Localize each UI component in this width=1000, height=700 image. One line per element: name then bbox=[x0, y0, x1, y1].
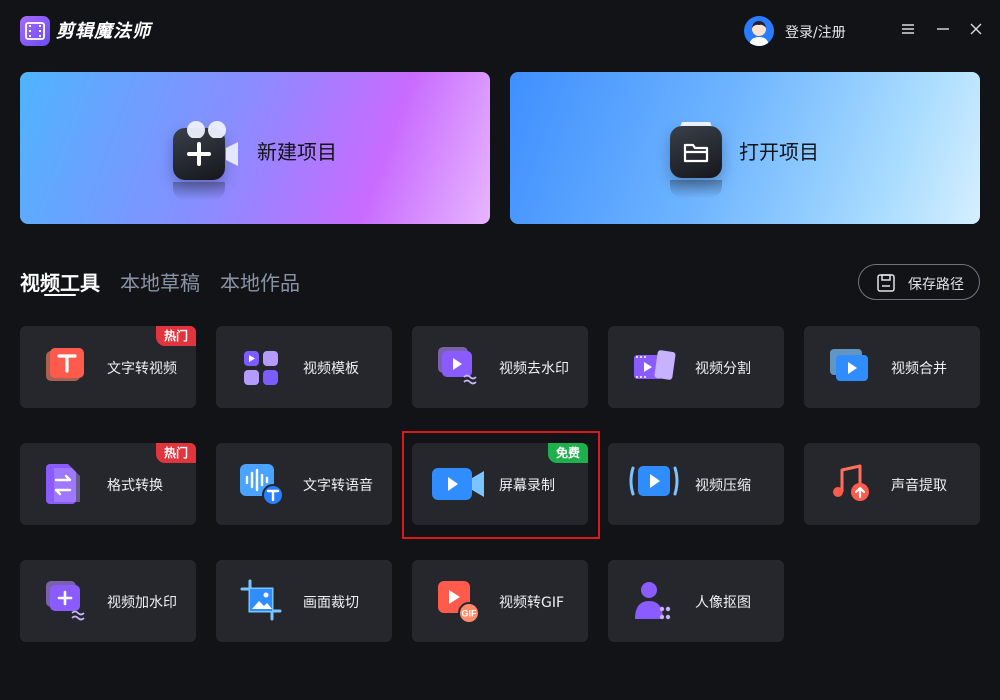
tool-tile-portrait-cutout[interactable]: 人像抠图 bbox=[608, 560, 784, 642]
text-to-speech-icon bbox=[240, 462, 284, 506]
open-project-icon bbox=[670, 126, 722, 178]
tool-label: 视频转GIF bbox=[499, 595, 565, 611]
tool-tile-text-to-video[interactable]: 文字转视频 热门 bbox=[20, 326, 196, 408]
tool-label: 文字转语音 bbox=[303, 478, 373, 494]
camera-lens-icon bbox=[226, 142, 238, 166]
tool-tile-audio-extract[interactable]: 声音提取 bbox=[804, 443, 980, 525]
tool-tile-text-to-speech[interactable]: 文字转语音 bbox=[216, 443, 392, 525]
tab-local-drafts[interactable]: 本地草稿 bbox=[120, 267, 200, 296]
tool-tile-video-compress[interactable]: 视频压缩 bbox=[608, 443, 784, 525]
tool-label: 画面裁切 bbox=[303, 595, 359, 611]
tool-label: 格式转换 bbox=[107, 478, 163, 494]
tool-tile-add-watermark[interactable]: 视频加水印 bbox=[20, 560, 196, 642]
app-logo-icon bbox=[20, 16, 50, 46]
app-name: 剪辑魔法师 bbox=[56, 21, 151, 42]
save-path-label: 保存路径 bbox=[908, 277, 964, 293]
open-project-label: 打开项目 bbox=[739, 140, 819, 164]
tool-tile-video-split[interactable]: 视频分割 bbox=[608, 326, 784, 408]
tool-label: 视频分割 bbox=[695, 361, 751, 377]
tool-tile-format-convert[interactable]: 格式转换 热门 bbox=[20, 443, 196, 525]
tool-tile-remove-watermark[interactable]: 视频去水印 bbox=[412, 326, 588, 408]
free-badge: 免费 bbox=[547, 443, 588, 463]
tool-tile-video-template[interactable]: 视频模板 bbox=[216, 326, 392, 408]
video-split-icon bbox=[632, 345, 676, 389]
icon-reflection bbox=[173, 182, 225, 200]
tool-label: 视频压缩 bbox=[695, 478, 751, 494]
tool-label: 视频合并 bbox=[891, 361, 947, 377]
title-bar: 剪辑魔法师 登录/注册 bbox=[0, 0, 1000, 62]
portrait-cutout-icon bbox=[632, 579, 676, 623]
tab-video-tools[interactable]: 视频工具 bbox=[20, 267, 100, 296]
tool-label: 视频模板 bbox=[303, 361, 359, 377]
save-path-button[interactable]: 保存路径 bbox=[858, 264, 980, 300]
video-to-gif-icon: GIF bbox=[436, 579, 480, 624]
tool-label: 声音提取 bbox=[891, 478, 947, 494]
video-merge-icon bbox=[828, 345, 872, 389]
crop-icon bbox=[240, 579, 284, 623]
login-register-link[interactable]: 登录/注册 bbox=[785, 22, 846, 42]
add-watermark-icon bbox=[44, 579, 88, 623]
new-project-label: 新建项目 bbox=[257, 140, 337, 164]
tool-label: 视频加水印 bbox=[107, 595, 177, 611]
menu-icon[interactable] bbox=[899, 20, 917, 38]
avatar[interactable] bbox=[744, 16, 774, 46]
tool-tile-crop[interactable]: 画面裁切 bbox=[216, 560, 392, 642]
tool-label: 屏幕录制 bbox=[499, 478, 555, 494]
video-compress-icon bbox=[628, 462, 680, 506]
active-tab-indicator bbox=[44, 294, 76, 296]
audio-extract-icon bbox=[828, 462, 872, 506]
tab-local-works[interactable]: 本地作品 bbox=[220, 267, 300, 296]
open-project-card[interactable]: 打开项目 bbox=[510, 72, 980, 224]
hot-badge: 热门 bbox=[155, 326, 196, 346]
minimize-icon[interactable] bbox=[934, 20, 952, 38]
new-project-card[interactable]: 新建项目 bbox=[20, 72, 490, 224]
format-convert-icon bbox=[44, 462, 88, 506]
tool-label: 文字转视频 bbox=[107, 361, 177, 377]
screen-record-icon bbox=[432, 464, 488, 508]
remove-watermark-icon bbox=[436, 345, 480, 389]
camera-reels-icon bbox=[187, 121, 226, 138]
tool-label: 人像抠图 bbox=[695, 595, 751, 611]
tool-tile-screen-record[interactable]: 屏幕录制 免费 bbox=[412, 443, 588, 525]
icon-reflection bbox=[670, 180, 722, 198]
close-icon[interactable] bbox=[967, 20, 985, 38]
hot-badge: 热门 bbox=[155, 443, 196, 463]
save-icon bbox=[877, 274, 895, 292]
svg-text:GIF: GIF bbox=[462, 609, 478, 619]
tool-tile-video-merge[interactable]: 视频合并 bbox=[804, 326, 980, 408]
tool-label: 视频去水印 bbox=[499, 361, 569, 377]
tool-tile-video-to-gif[interactable]: GIF 视频转GIF bbox=[412, 560, 588, 642]
video-template-icon bbox=[240, 345, 284, 389]
text-to-video-icon bbox=[44, 345, 88, 389]
